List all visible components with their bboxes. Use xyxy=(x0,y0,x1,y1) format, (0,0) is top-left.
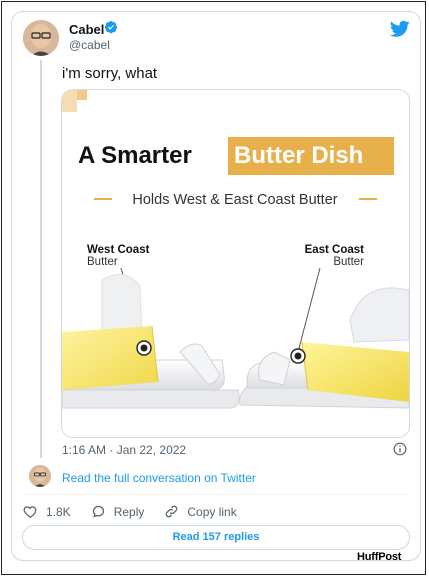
info-icon[interactable] xyxy=(393,442,407,456)
west-label-bold: West Coast xyxy=(87,244,150,256)
reply-label: Reply xyxy=(113,504,145,519)
media-subtitle: Holds West & East Coast Butter xyxy=(132,192,337,208)
tweet-media-image[interactable]: A Smarter Butter Dish Holds West & East … xyxy=(61,89,410,438)
avatar-image xyxy=(23,20,59,56)
copy-link-action[interactable]: Copy link xyxy=(164,504,237,519)
copy-link-label: Copy link xyxy=(187,504,237,519)
east-label-sub: Butter xyxy=(333,256,364,268)
action-bar: 1.8K Reply Copy link xyxy=(23,504,257,519)
media-title-part2: Butter Dish xyxy=(234,142,363,169)
tweet-text: i'm sorry, what xyxy=(62,65,158,82)
twitter-bird-icon[interactable] xyxy=(390,20,410,38)
verified-badge-icon xyxy=(104,21,118,34)
like-count: 1.8K xyxy=(46,504,71,519)
tweet-timestamp[interactable]: 1:16 AM · Jan 22, 2022 xyxy=(62,443,186,457)
media-title-part1: A Smarter xyxy=(78,142,192,169)
screenshot-frame: Cabel @cabel i'm sorry, what A Smarter B… xyxy=(1,1,426,575)
display-name[interactable]: Cabel xyxy=(69,22,104,37)
reply-action[interactable]: Reply xyxy=(91,504,145,519)
read-replies-button[interactable]: Read 157 replies xyxy=(22,525,410,550)
heart-icon xyxy=(23,506,37,518)
west-label-sub: Butter xyxy=(87,256,118,268)
tweet-card: Cabel @cabel i'm sorry, what A Smarter B… xyxy=(11,11,421,561)
thread-line xyxy=(40,60,42,458)
divider xyxy=(22,494,410,495)
user-handle[interactable]: @cabel xyxy=(69,38,110,52)
reply-bubble-icon xyxy=(92,505,104,518)
read-conversation-link[interactable]: Read the full conversation on Twitter xyxy=(62,471,256,485)
huffpost-credit: HuffPost xyxy=(357,551,402,563)
east-label-bold: East Coast xyxy=(305,244,365,256)
link-icon xyxy=(166,505,178,518)
conversation-avatar xyxy=(29,465,51,487)
avatar[interactable] xyxy=(23,20,59,56)
like-action[interactable]: 1.8K xyxy=(23,504,71,519)
